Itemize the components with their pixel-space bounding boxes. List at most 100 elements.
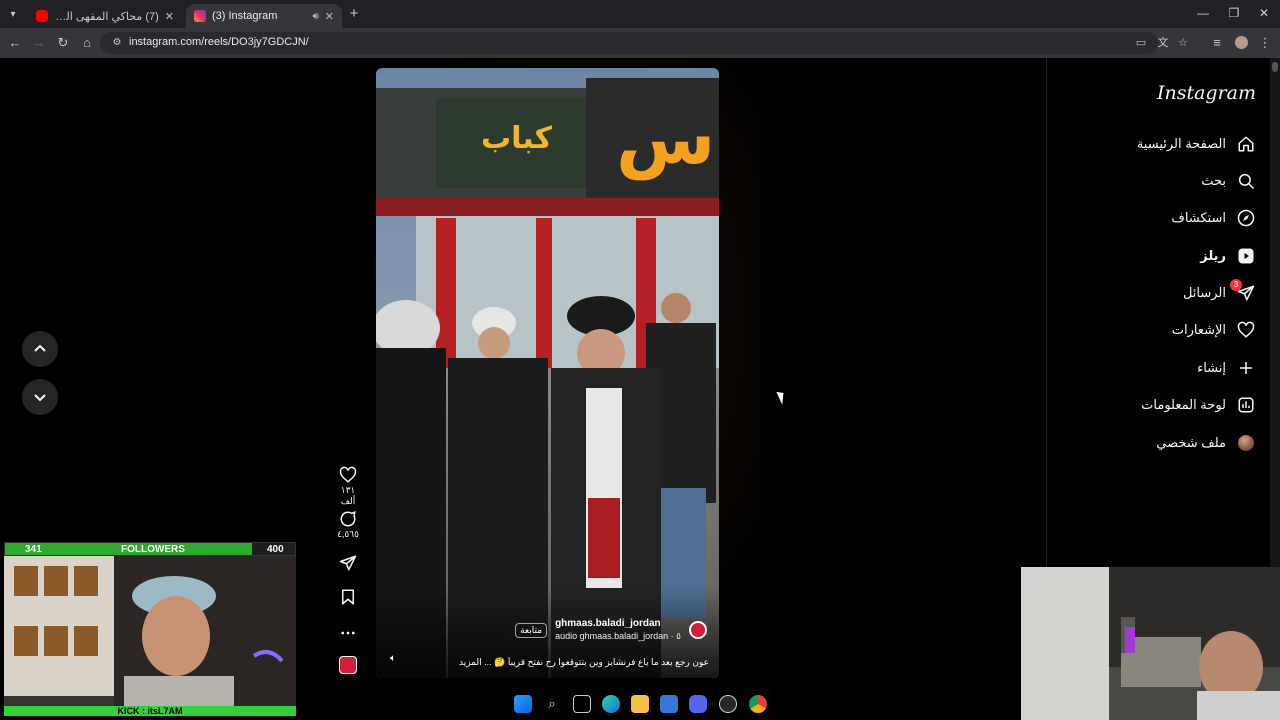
streamer-webcam-right xyxy=(1021,567,1280,720)
comment-count: ٤,٥٦٥ xyxy=(337,529,359,539)
star-icon[interactable]: ☆ xyxy=(1176,36,1190,50)
taskbar-search-icon[interactable]: ⌕ xyxy=(543,695,561,713)
windows-taskbar: ⌕ xyxy=(500,692,780,716)
reel-video[interactable]: س كباب ghmaas.baladi_jordan audio ghmaas… xyxy=(376,68,719,678)
nav-label: الرسائل xyxy=(1182,285,1226,300)
author-info: ghmaas.baladi_jordan audio ghmaas.baladi… xyxy=(555,618,681,642)
tab-instagram[interactable]: (3) Instagram 🔊︎ ✕ xyxy=(186,4,342,28)
save-button[interactable] xyxy=(333,588,363,606)
more-icon xyxy=(341,631,355,635)
share-button[interactable] xyxy=(333,554,363,572)
mute-icon[interactable]: 🔈︎ xyxy=(390,653,396,664)
bookmark-icon xyxy=(342,589,354,605)
url-text: instagram.com/reels/DO3jy7GDCJN/ xyxy=(129,36,309,48)
heart-icon xyxy=(339,466,357,483)
nav-label: بحث xyxy=(1201,173,1226,188)
obs-icon[interactable] xyxy=(719,695,737,713)
nav-search[interactable]: بحث xyxy=(1201,167,1256,195)
original-audio-button[interactable] xyxy=(333,656,363,674)
next-reel-button[interactable] xyxy=(22,379,58,415)
forward-icon[interactable]: → xyxy=(30,34,48,52)
profile-avatar-icon[interactable] xyxy=(1232,34,1250,52)
compass-icon xyxy=(1236,208,1256,228)
tab-title: (7) محاكي المقهى التعيس #8 | ت xyxy=(54,10,159,23)
follower-goal-bar: 341 FOLLOWERS 400 xyxy=(4,542,296,556)
reel-caption[interactable]: عون رجع بعد ما باع فرنشايز وين بتتوقعوا … xyxy=(429,657,709,668)
home-icon xyxy=(1236,134,1256,154)
kick-handle-label: KICK : itsL7AM xyxy=(4,706,296,716)
dashboard-icon xyxy=(1236,395,1256,415)
windows-start-icon[interactable] xyxy=(514,695,532,713)
svg-text:كباب: كباب xyxy=(481,121,553,156)
tab-youtube[interactable]: (7) محاكي المقهى التعيس #8 | ت ✕ xyxy=(28,4,182,28)
youtube-icon xyxy=(36,10,48,22)
menu-icon[interactable]: ⋮ xyxy=(1256,34,1274,52)
close-icon[interactable]: ✕ xyxy=(165,10,174,23)
new-tab-button[interactable]: + xyxy=(346,6,362,22)
nav-label: الإشعارات xyxy=(1171,322,1226,337)
nav-label: لوحة المعلومات xyxy=(1141,397,1226,412)
nav-notifications[interactable]: الإشعارات xyxy=(1172,316,1256,344)
home-icon[interactable]: ⌂ xyxy=(78,34,96,52)
svg-text:س: س xyxy=(616,96,715,180)
reel-author: ghmaas.baladi_jordan audio ghmaas.baladi… xyxy=(515,618,707,642)
heart-icon xyxy=(1236,320,1256,340)
follow-button[interactable]: متابعة xyxy=(515,622,548,638)
cast-icon[interactable]: ▭ xyxy=(1134,36,1148,50)
nav-profile[interactable]: ملف شخصي xyxy=(1156,429,1256,457)
task-view-icon[interactable] xyxy=(573,695,591,713)
previous-reel-button[interactable] xyxy=(22,331,58,367)
nav-dashboard[interactable]: لوحة المعلومات xyxy=(1141,391,1256,419)
nav-home[interactable]: الصفحة الرئيسية xyxy=(1137,130,1256,158)
send-icon xyxy=(339,555,357,571)
close-icon[interactable]: ✕ xyxy=(325,10,334,23)
author-avatar[interactable] xyxy=(689,621,707,639)
chrome-icon[interactable] xyxy=(749,695,767,713)
tab-search-icon[interactable]: ▾ xyxy=(4,5,22,23)
close-window-icon[interactable]: ✕ xyxy=(1257,6,1271,20)
plus-icon xyxy=(1236,358,1256,378)
tab-title: (3) Instagram xyxy=(212,10,278,22)
messages-icon: 3 xyxy=(1230,279,1256,303)
like-button[interactable]: ١٣١ ألف xyxy=(333,466,363,507)
speaker-icon[interactable]: 🔊︎ xyxy=(312,11,318,22)
author-username[interactable]: ghmaas.baladi_jordan xyxy=(555,618,681,629)
audio-avatar-icon xyxy=(339,656,357,674)
instagram-logo[interactable]: Instagram xyxy=(1157,82,1256,104)
nav-label: إنشاء xyxy=(1197,360,1226,375)
search-icon xyxy=(1236,171,1256,191)
discord-icon[interactable] xyxy=(689,695,707,713)
messages-badge: 3 xyxy=(1230,279,1242,291)
chevron-up-icon xyxy=(34,344,46,352)
streamer-webcam-left xyxy=(4,556,296,716)
more-options-button[interactable] xyxy=(333,624,363,642)
nav-reels[interactable]: ريلز xyxy=(1200,242,1256,270)
avatar-icon xyxy=(1236,433,1256,453)
site-info-icon[interactable]: ⚙ xyxy=(110,36,124,50)
translate-icon[interactable]: 文 xyxy=(1156,36,1170,50)
reload-icon[interactable]: ↻ xyxy=(54,34,72,52)
like-count: ١٣١ ألف xyxy=(340,485,356,506)
browser-tabstrip: ▾ (7) محاكي المقهى التعيس #8 | ت ✕ (3) I… xyxy=(0,0,1280,28)
store-icon[interactable] xyxy=(660,695,678,713)
back-icon[interactable]: ← xyxy=(6,34,24,52)
address-bar[interactable]: ⚙ instagram.com/reels/DO3jy7GDCJN/ ▭ 文 ☆ xyxy=(100,32,1188,54)
nav-create[interactable]: إنشاء xyxy=(1197,354,1256,382)
extensions-icon[interactable]: ≡ xyxy=(1208,34,1226,52)
video-frame: س كباب xyxy=(376,68,719,678)
minimize-icon[interactable]: — xyxy=(1196,6,1210,20)
follower-current: 341 xyxy=(25,544,42,555)
browser-toolbar: ← → ↻ ⌂ ⚙ instagram.com/reels/DO3jy7GDCJ… xyxy=(0,28,1280,58)
nav-explore[interactable]: استكشاف xyxy=(1171,204,1256,232)
edge-icon[interactable] xyxy=(602,695,620,713)
file-explorer-icon[interactable] xyxy=(631,695,649,713)
nav-label: ملف شخصي xyxy=(1156,435,1226,450)
audio-label[interactable]: audio ghmaas.baladi_jordan · ٥ xyxy=(555,631,681,642)
instagram-icon xyxy=(194,10,206,22)
nav-label: الصفحة الرئيسية xyxy=(1136,136,1226,151)
follower-label: FOLLOWERS xyxy=(121,544,185,555)
restore-icon[interactable]: ❐ xyxy=(1227,6,1241,20)
nav-messages[interactable]: 3 الرسائل xyxy=(1183,279,1256,307)
comment-button[interactable]: ٤,٥٦٥ xyxy=(333,510,363,540)
chevron-down-icon xyxy=(34,394,46,402)
